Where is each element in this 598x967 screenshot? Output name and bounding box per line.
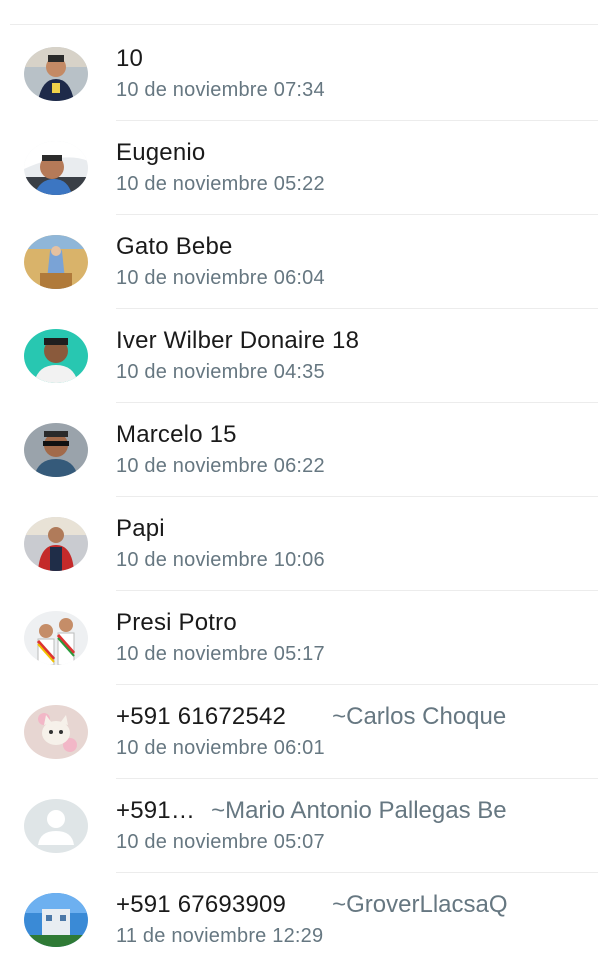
last-seen-time: 10 de noviembre 07:34 xyxy=(116,79,325,101)
last-seen-time: 11 de noviembre 12:29 xyxy=(116,925,324,947)
avatar-man-in-car xyxy=(24,141,88,195)
contact-name: 10 xyxy=(116,45,144,72)
last-seen-time: 10 de noviembre 10:06 xyxy=(116,549,325,571)
avatar-man-with-sunglasses xyxy=(24,423,88,477)
avatar-children-with-sash xyxy=(24,611,88,665)
contact-name: +591 67693909 xyxy=(116,891,287,918)
contact-name: Eugenio xyxy=(116,139,206,166)
avatar[interactable] xyxy=(24,47,88,101)
avatar-man-teal-background xyxy=(24,329,88,383)
avatar-boy-portrait xyxy=(24,47,88,101)
contact-pushname: ~Carlos Choque xyxy=(332,703,507,730)
avatar[interactable] xyxy=(24,235,88,289)
contact-row[interactable]: Gato Bebe 10 de noviembre 06:04 xyxy=(0,215,598,309)
default-user-icon xyxy=(24,799,88,853)
contact-row[interactable]: 10 10 de noviembre 07:34 xyxy=(0,27,598,121)
avatar-cat xyxy=(24,705,88,759)
contact-pushname: ~Mario Antonio Pallegas Be xyxy=(211,797,507,824)
avatar[interactable] xyxy=(24,423,88,477)
contact-name: Presi Potro xyxy=(116,609,237,636)
contact-row[interactable]: Presi Potro 10 de noviembre 05:17 xyxy=(0,591,598,685)
top-divider xyxy=(10,24,598,25)
avatar[interactable] xyxy=(24,893,88,947)
contact-name: +591… xyxy=(116,797,196,824)
contact-name: Papi xyxy=(116,515,165,542)
avatar[interactable] xyxy=(24,329,88,383)
avatar-religious-image xyxy=(24,235,88,289)
last-seen-time: 10 de noviembre 05:17 xyxy=(116,643,325,665)
last-seen-time: 10 de noviembre 04:35 xyxy=(116,361,325,383)
contact-row[interactable]: Marcelo 15 10 de noviembre 06:22 xyxy=(0,403,598,497)
contact-row[interactable]: Eugenio 10 de noviembre 05:22 xyxy=(0,121,598,215)
avatar[interactable] xyxy=(24,517,88,571)
contact-row[interactable]: +591… ~Mario Antonio Pallegas Be 10 de n… xyxy=(0,779,598,873)
contact-name: Iver Wilber Donaire 18 xyxy=(116,327,360,354)
contact-row[interactable]: Iver Wilber Donaire 18 10 de noviembre 0… xyxy=(0,309,598,403)
contact-name: +591 61672542 xyxy=(116,703,287,730)
avatar[interactable] xyxy=(24,141,88,195)
avatar[interactable] xyxy=(24,799,88,853)
avatar-person-red-jacket xyxy=(24,517,88,571)
contact-pushname: ~GroverLlacsaQ xyxy=(332,891,508,918)
avatar[interactable] xyxy=(24,705,88,759)
last-seen-time: 10 de noviembre 06:01 xyxy=(116,737,325,759)
contact-row[interactable]: +591 61672542 ~Carlos Choque 10 de novie… xyxy=(0,685,598,779)
contact-list: 10 10 de noviembre 07:34 Eugenio 10 de n… xyxy=(0,27,598,967)
avatar-building-sky xyxy=(24,893,88,947)
last-seen-time: 10 de noviembre 05:22 xyxy=(116,173,325,195)
last-seen-time: 10 de noviembre 06:04 xyxy=(116,267,325,289)
last-seen-time: 10 de noviembre 06:22 xyxy=(116,455,325,477)
avatar[interactable] xyxy=(24,611,88,665)
contact-row[interactable]: +591 67693909 ~GroverLlacsaQ 11 de novie… xyxy=(0,873,598,967)
last-seen-time: 10 de noviembre 05:07 xyxy=(116,831,325,853)
contact-row[interactable]: Papi 10 de noviembre 10:06 xyxy=(0,497,598,591)
contact-name: Marcelo 15 xyxy=(116,421,237,448)
contact-name: Gato Bebe xyxy=(116,233,233,260)
